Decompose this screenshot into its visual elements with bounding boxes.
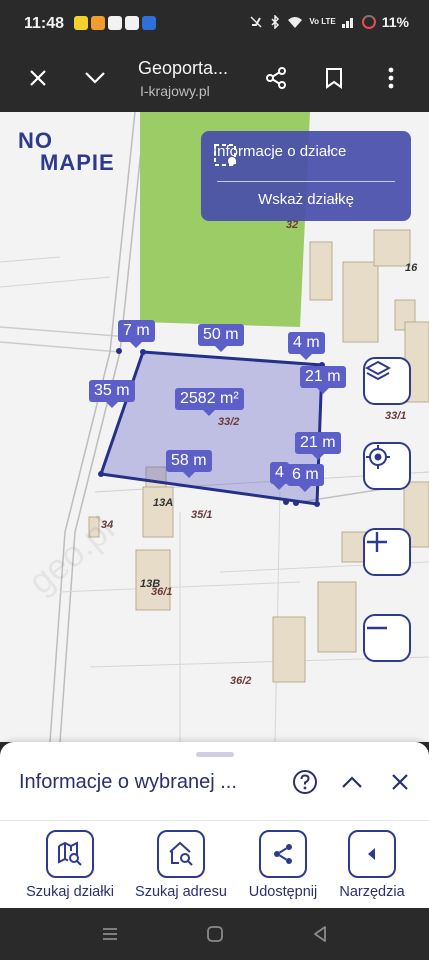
back-icon[interactable] xyxy=(310,924,330,944)
area-label: 2582 m² xyxy=(175,388,244,416)
plot-number: 36/2 xyxy=(230,675,252,687)
system-nav-bar xyxy=(0,908,429,960)
dimension-label: 7 m xyxy=(118,320,155,348)
caret-left-icon xyxy=(368,848,375,860)
plot-number: 34 xyxy=(101,519,114,531)
tools-action[interactable]: Narzędzia xyxy=(322,830,422,900)
status-time: 11:48 xyxy=(24,15,65,32)
locate-button[interactable] xyxy=(363,442,411,490)
map-search-icon xyxy=(58,841,82,866)
dimension-label: 6 m xyxy=(287,464,324,492)
zoom-out-button[interactable] xyxy=(363,614,411,662)
help-button[interactable] xyxy=(289,766,321,798)
select-area-pin-icon xyxy=(214,144,236,166)
s-app-icon-2 xyxy=(125,16,139,30)
parcel-info-card[interactable]: Informacje o działce Wskaż działkę xyxy=(201,131,411,221)
chevron-down-icon xyxy=(85,72,105,84)
layers-button[interactable] xyxy=(363,357,411,405)
app-notification-icon xyxy=(91,16,105,30)
more-vertical-icon xyxy=(388,67,394,89)
close-tab-button[interactable] xyxy=(20,60,56,96)
map-view[interactable]: geo.pl NO MAPIE Informacje o działce Wsk… xyxy=(0,112,429,742)
page-title: Geoporta... xyxy=(138,58,229,78)
home-icon[interactable] xyxy=(205,924,225,944)
search-address-button[interactable] xyxy=(157,830,205,878)
share-action[interactable]: Udostępnij xyxy=(233,830,333,900)
notification-icons xyxy=(74,16,156,30)
plot-number: 13A xyxy=(153,497,174,509)
battery-level: 11% xyxy=(381,14,409,30)
plot-number: 36/1 xyxy=(151,586,173,598)
house-search-icon xyxy=(169,841,193,866)
chevron-up-icon xyxy=(342,776,362,788)
dimension-label: 4 m xyxy=(288,332,325,360)
expand-sheet-button[interactable] xyxy=(336,766,368,798)
screen: 11:48 Vo LTE 11% Geoporta... I-krajowy.p… xyxy=(0,0,429,960)
battery-icon xyxy=(361,15,376,29)
select-parcel-button[interactable]: Wskaż działkę xyxy=(201,191,411,208)
search-parcel-action[interactable]: Szukaj działki xyxy=(20,830,120,900)
action-label: Szukaj działki xyxy=(26,884,114,900)
nomapie-logo: NO MAPIE xyxy=(18,128,115,175)
zoom-in-button[interactable] xyxy=(363,528,411,576)
dimension-label: 50 m xyxy=(198,324,244,352)
snapchat-icon xyxy=(74,16,88,30)
parcel-info-button[interactable]: Informacje o działce xyxy=(213,143,346,166)
close-icon xyxy=(30,70,46,86)
action-label: Udostępnij xyxy=(248,884,318,900)
page-url: I-krajowy.pl xyxy=(140,83,210,99)
action-label: Narzędzia xyxy=(339,884,405,900)
dimension-label: 21 m xyxy=(300,366,346,394)
browser-toolbar: Geoporta... I-krajowy.pl xyxy=(0,46,429,112)
share-icon xyxy=(266,67,286,89)
crosshair-icon xyxy=(366,445,390,469)
share-button[interactable] xyxy=(258,60,294,96)
help-icon xyxy=(293,770,317,794)
plot-number: 32 xyxy=(286,219,299,231)
bottom-sheet: Informacje o wybranej ... Szukaj działki… xyxy=(0,742,429,908)
minimize-button[interactable] xyxy=(77,60,113,96)
plot-number: 16 xyxy=(405,262,418,274)
sheet-drag-handle[interactable] xyxy=(196,752,234,757)
plot-number: 33/1 xyxy=(385,410,407,422)
card-divider xyxy=(217,181,395,182)
signal-icon xyxy=(341,18,353,28)
tools-button[interactable] xyxy=(348,830,396,878)
network-label: Vo LTE xyxy=(309,17,336,26)
plot-number: 35/1 xyxy=(191,509,213,521)
dimension-label: 21 m xyxy=(295,432,341,460)
select-parcel-label: Wskaż działkę xyxy=(258,191,354,208)
plot-number: 33/2 xyxy=(218,416,240,428)
menu-button[interactable] xyxy=(373,60,409,96)
lock-app-icon xyxy=(142,16,156,30)
bookmark-icon xyxy=(326,68,342,89)
sheet-title: Informacje o wybranej ... xyxy=(19,771,237,793)
share-icon xyxy=(274,844,292,864)
dimension-label: 35 m xyxy=(89,380,135,408)
status-right: Vo LTE 11% xyxy=(249,14,409,30)
action-label: Szukaj adresu xyxy=(135,884,227,900)
sheet-divider xyxy=(0,820,429,821)
wifi-icon xyxy=(288,17,303,28)
mute-icon xyxy=(250,16,262,28)
dimension-label: 58 m xyxy=(166,450,212,478)
search-address-action[interactable]: Szukaj adresu xyxy=(131,830,231,900)
layers-icon xyxy=(365,360,391,381)
close-icon xyxy=(392,774,408,790)
s-app-icon xyxy=(108,16,122,30)
bluetooth-icon xyxy=(271,15,280,29)
recents-icon[interactable] xyxy=(100,924,120,944)
status-bar: 11:48 Vo LTE 11% xyxy=(0,0,429,46)
bookmark-button[interactable] xyxy=(316,60,352,96)
search-parcel-button[interactable] xyxy=(46,830,94,878)
share-map-button[interactable] xyxy=(259,830,307,878)
close-sheet-button[interactable] xyxy=(384,766,416,798)
plus-icon xyxy=(367,532,387,552)
minus-icon xyxy=(367,626,387,630)
